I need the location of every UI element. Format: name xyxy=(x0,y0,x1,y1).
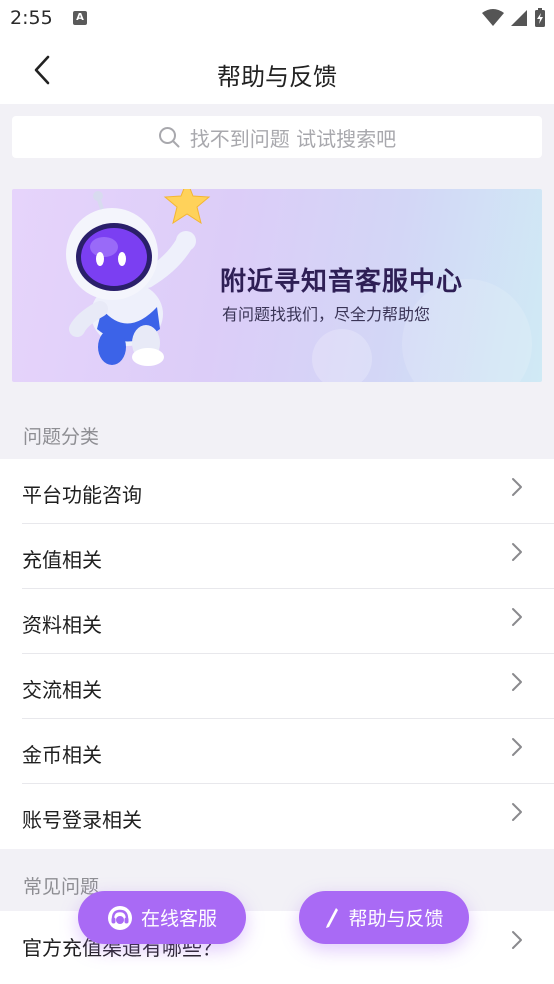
chevron-right-icon xyxy=(512,738,522,756)
chevron-right-icon xyxy=(512,543,522,561)
page-title: 帮助与反馈 xyxy=(217,63,337,91)
search-icon xyxy=(158,127,180,148)
category-item[interactable]: 平台功能咨询 xyxy=(0,459,554,524)
search-area: 找不到问题 试试搜索吧 xyxy=(0,104,554,168)
signal-icon xyxy=(511,10,527,26)
category-item-label: 充值相关 xyxy=(22,548,102,572)
category-item[interactable]: 账号登录相关 xyxy=(0,784,554,849)
search-placeholder: 找不到问题 试试搜索吧 xyxy=(189,126,397,151)
category-item[interactable]: 金币相关 xyxy=(0,719,554,784)
chevron-right-icon xyxy=(512,931,522,949)
category-item[interactable]: 资料相关 xyxy=(0,589,554,654)
status-icons xyxy=(482,7,546,29)
category-item-label: 资料相关 xyxy=(22,613,102,637)
status-time: 2:55 xyxy=(10,7,53,29)
category-item[interactable]: 交流相关 xyxy=(0,654,554,719)
chevron-right-icon xyxy=(512,803,522,821)
category-section-header: 问题分类 xyxy=(0,404,554,459)
chevron-right-icon xyxy=(512,608,522,626)
wifi-icon xyxy=(482,9,504,26)
battery-icon xyxy=(535,8,545,27)
category-item[interactable]: 充值相关 xyxy=(0,524,554,589)
search-input[interactable]: 找不到问题 试试搜索吧 xyxy=(12,116,542,158)
headset-icon xyxy=(107,905,132,930)
category-item-label: 金币相关 xyxy=(22,743,102,767)
category-item-label: 平台功能咨询 xyxy=(22,483,142,507)
category-section-label: 问题分类 xyxy=(23,426,100,448)
banner-title: 附近寻知音客服中心 xyxy=(220,267,464,297)
online-service-label: 在线客服 xyxy=(140,908,217,930)
nav-bar: 帮助与反馈 xyxy=(0,38,554,104)
chevron-right-icon xyxy=(512,478,522,496)
category-list: 平台功能咨询 充值相关 资料相关 交流相关 金币相关 账号登录相关 xyxy=(0,459,554,849)
faq-section-label: 常见问题 xyxy=(23,876,100,898)
customer-service-banner[interactable]: 附近寻知音客服中心 有问题找我们，尽全力帮助您 xyxy=(12,189,542,382)
astronaut-illustration xyxy=(66,189,211,366)
category-item-label: 账号登录相关 xyxy=(22,808,142,832)
status-bar: 2:55 A xyxy=(0,0,554,38)
feedback-label: 帮助与反馈 xyxy=(348,908,444,930)
feedback-button[interactable]: 帮助与反馈 xyxy=(299,891,469,944)
pencil-icon xyxy=(326,907,339,928)
notification-icon: A xyxy=(73,11,87,25)
banner-subtitle: 有问题找我们，尽全力帮助您 xyxy=(222,305,431,324)
category-item-label: 交流相关 xyxy=(22,678,102,702)
chevron-right-icon xyxy=(512,673,522,691)
online-service-button[interactable]: 在线客服 xyxy=(78,891,246,944)
